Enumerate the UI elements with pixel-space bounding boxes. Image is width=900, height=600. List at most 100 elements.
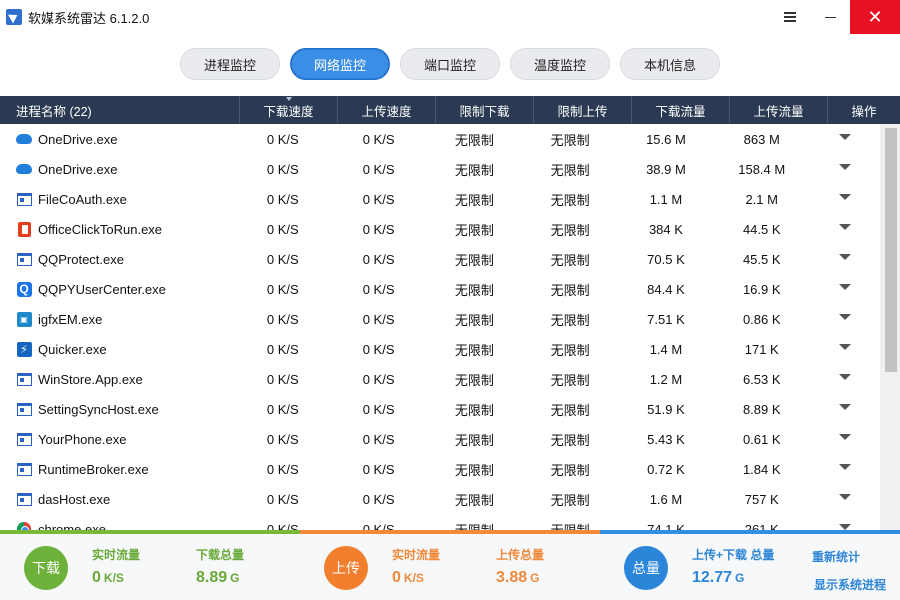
dropdown-arrow-icon: [838, 134, 851, 140]
download-total: 51.9 K: [647, 401, 685, 417]
download-speed: 0 K/S: [266, 311, 299, 327]
upload-total-label: 上传总量: [496, 548, 545, 562]
column-header-limit-download[interactable]: 限制下载: [436, 96, 534, 124]
minimize-button[interactable]: [810, 0, 850, 34]
process-name: OneDrive.exe: [38, 131, 118, 147]
table-row[interactable]: RuntimeBroker.exe 0 K/S 0 K/S 无限制 无限制 0.…: [0, 454, 880, 484]
download-realtime-label: 实时流量: [92, 548, 141, 562]
dropdown-arrow-icon: [838, 404, 851, 410]
row-action-dropdown[interactable]: [810, 514, 880, 530]
upload-total: 0.86 K: [742, 311, 781, 327]
window-icon: [16, 461, 32, 477]
row-action-dropdown[interactable]: [810, 394, 880, 424]
menu-button[interactable]: [770, 0, 810, 34]
table-row[interactable]: OneDrive.exe 0 K/S 0 K/S 无限制 无限制 15.6 M …: [0, 124, 880, 154]
column-header-upload-total[interactable]: 上传流量: [730, 96, 828, 124]
table-row[interactable]: QQProtect.exe 0 K/S 0 K/S 无限制 无限制 70.5 K…: [0, 244, 880, 274]
limit-download: 无限制: [454, 492, 494, 508]
combined-total-value-group: 12.77 G: [692, 569, 744, 587]
upload-total: 171 K: [744, 341, 779, 357]
tab-port-monitor[interactable]: 端口监控: [400, 48, 500, 80]
row-action-dropdown[interactable]: [810, 154, 880, 184]
dropdown-arrow-icon: [838, 464, 851, 470]
table-row[interactable]: WinStore.App.exe 0 K/S 0 K/S 无限制 无限制 1.2…: [0, 364, 880, 394]
table-header: 进程名称 (22) 下载速度 上传速度 限制下载 限制上传 下载流量 上传流量 …: [0, 96, 900, 124]
row-action-dropdown[interactable]: [810, 214, 880, 244]
row-action-dropdown[interactable]: [810, 304, 880, 334]
reset-stats-link[interactable]: 重新统计: [812, 548, 860, 565]
download-speed: 0 K/S: [266, 281, 299, 297]
limit-upload: 无限制: [550, 342, 590, 358]
row-action-dropdown[interactable]: [810, 424, 880, 454]
upload-total: 158.4 M: [738, 161, 786, 177]
table-row[interactable]: ⚡ Quicker.exe 0 K/S 0 K/S 无限制 无限制 1.4 M 1…: [0, 334, 880, 364]
download-total: 38.9 M: [646, 161, 686, 177]
download-total-unit: G: [230, 571, 240, 585]
limit-upload: 无限制: [550, 372, 590, 388]
app-logo-icon: [6, 9, 22, 25]
upload-total: 6.53 K: [742, 371, 781, 387]
download-speed: 0 K/S: [266, 371, 299, 387]
tab-system-info[interactable]: 本机信息: [620, 48, 720, 80]
close-button[interactable]: ✕: [850, 0, 900, 34]
column-header-upload-speed[interactable]: 上传速度: [338, 96, 436, 124]
table-row[interactable]: SettingSyncHost.exe 0 K/S 0 K/S 无限制 无限制 …: [0, 394, 880, 424]
download-speed: 0 K/S: [266, 491, 299, 507]
row-action-dropdown[interactable]: [810, 484, 880, 514]
limit-download: 无限制: [454, 282, 494, 298]
row-action-dropdown[interactable]: [810, 364, 880, 394]
download-speed: 0 K/S: [266, 461, 299, 477]
column-header-process-name[interactable]: 进程名称 (22): [0, 96, 240, 124]
table-row[interactable]: ▣ igfxEM.exe 0 K/S 0 K/S 无限制 无限制 7.51 K 0…: [0, 304, 880, 334]
upload-total-value-group: 3.88 G: [496, 569, 539, 587]
upload-speed: 0 K/S: [362, 311, 395, 327]
table-row[interactable]: OfficeClickToRun.exe 0 K/S 0 K/S 无限制 无限制…: [0, 214, 880, 244]
table-row[interactable]: OneDrive.exe 0 K/S 0 K/S 无限制 无限制 38.9 M …: [0, 154, 880, 184]
process-name: dasHost.exe: [38, 491, 111, 507]
download-total: 1.2 M: [649, 371, 683, 387]
download-speed: 0 K/S: [266, 341, 299, 357]
upload-speed: 0 K/S: [362, 401, 395, 417]
download-speed: 0 K/S: [266, 401, 299, 417]
limit-upload: 无限制: [550, 402, 590, 418]
row-action-dropdown[interactable]: [810, 124, 880, 154]
table-row[interactable]: chrome.exe 0 K/S 0 K/S 无限制 无限制 74.1 K 26…: [0, 514, 880, 530]
upload-total: 44.5 K: [742, 221, 781, 237]
row-action-dropdown[interactable]: [810, 274, 880, 304]
table-row[interactable]: FileCoAuth.exe 0 K/S 0 K/S 无限制 无限制 1.1 M…: [0, 184, 880, 214]
limit-upload: 无限制: [550, 312, 590, 328]
row-action-dropdown[interactable]: [810, 334, 880, 364]
table-row[interactable]: YourPhone.exe 0 K/S 0 K/S 无限制 无限制 5.43 K…: [0, 424, 880, 454]
column-header-limit-upload[interactable]: 限制上传: [534, 96, 632, 124]
limit-download: 无限制: [454, 402, 494, 418]
table-row[interactable]: Q QQPYUserCenter.exe 0 K/S 0 K/S 无限制 无限制 …: [0, 274, 880, 304]
column-header-download-speed[interactable]: 下载速度: [240, 96, 338, 124]
upload-speed: 0 K/S: [362, 131, 395, 147]
scrollbar-thumb[interactable]: [885, 128, 897, 372]
tab-process-monitor[interactable]: 进程监控: [180, 48, 280, 80]
row-action-dropdown[interactable]: [810, 454, 880, 484]
row-action-dropdown[interactable]: [810, 184, 880, 214]
download-total: 1.1 M: [649, 191, 683, 207]
vertical-scrollbar[interactable]: [880, 124, 900, 530]
dropdown-arrow-icon: [838, 194, 851, 200]
download-total: 84.4 K: [647, 281, 685, 297]
limit-download: 无限制: [454, 522, 494, 531]
process-name: FileCoAuth.exe: [38, 191, 127, 207]
download-total: 384 K: [648, 221, 683, 237]
column-header-download-total[interactable]: 下载流量: [632, 96, 730, 124]
table-row[interactable]: dasHost.exe 0 K/S 0 K/S 无限制 无限制 1.6 M 75…: [0, 484, 880, 514]
upload-total: 757 K: [744, 491, 779, 507]
upload-speed: 0 K/S: [362, 341, 395, 357]
upload-total: 0.61 K: [742, 431, 781, 447]
process-name: RuntimeBroker.exe: [38, 461, 149, 477]
row-action-dropdown[interactable]: [810, 244, 880, 274]
download-total: 5.43 K: [647, 431, 685, 447]
download-total: 0.72 K: [647, 461, 685, 477]
tab-network-monitor[interactable]: 网络监控: [290, 48, 390, 80]
tab-temperature-monitor[interactable]: 温度监控: [510, 48, 610, 80]
download-total: 74.1 K: [647, 521, 685, 531]
download-badge: 下载: [24, 546, 68, 590]
show-system-processes-link[interactable]: 显示系统进程: [814, 576, 886, 593]
minimize-icon: [824, 16, 836, 18]
